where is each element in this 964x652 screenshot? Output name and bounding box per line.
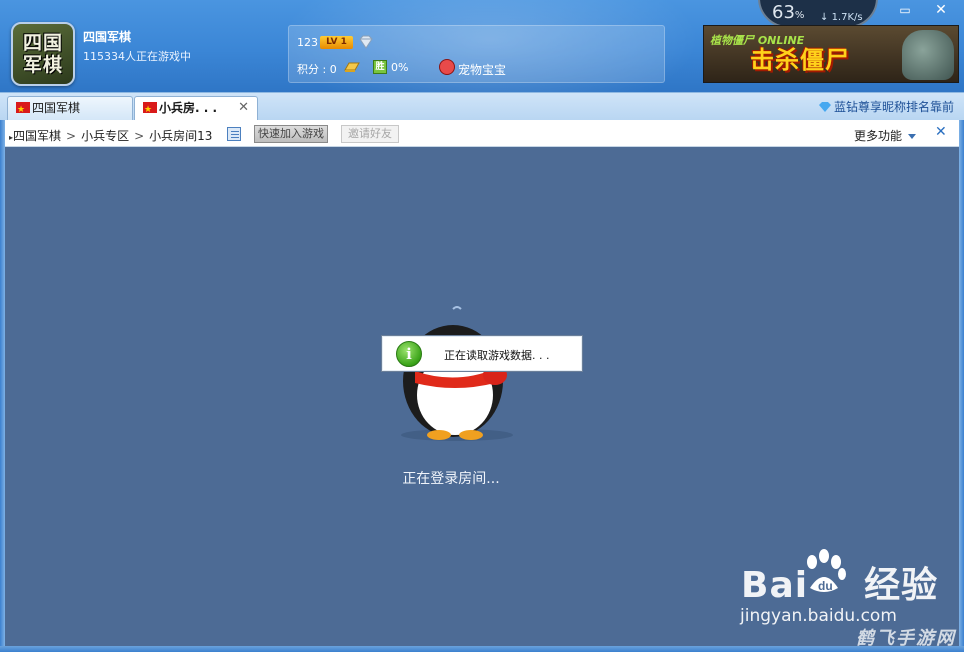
level-badge[interactable]: LV 1 [320, 36, 353, 49]
room-toolbar: ▸四国军棋 > 小兵专区 > 小兵房间13 快速加入游戏 邀请好友 更多功能 ✕ [5, 120, 959, 147]
loading-dialog: i 正在读取游戏数据. . . [381, 335, 583, 372]
baidu-paw-icon: du [807, 549, 846, 593]
app-header: 四国 军棋 四国军棋 115334人正在游戏中 123 LV 1 积分 : 0 … [0, 0, 964, 92]
flag-icon [143, 99, 157, 121]
invite-friends-button[interactable]: 邀请好友 [341, 125, 399, 143]
window-border-left [0, 120, 5, 646]
speed-value: 1.7 [831, 12, 848, 23]
more-features-label: 更多功能 [854, 129, 903, 143]
score-label: 积分 : 0 [297, 63, 337, 76]
baidu-url: jingyan.baidu.com [740, 606, 897, 626]
game-logo: 四国 军棋 [11, 22, 75, 86]
win-rate: 0% [391, 61, 409, 74]
gold-ingot-icon[interactable] [344, 60, 360, 74]
blue-diamond-icon [818, 102, 831, 112]
gauge-number: 63 [772, 2, 795, 23]
site-watermark: 鹤飞手游网 [856, 628, 956, 649]
pet-icon[interactable] [439, 59, 455, 75]
diamond-icon[interactable] [358, 35, 374, 49]
game-title: 四国军棋 [83, 30, 132, 44]
pet-link[interactable]: 宠物宝宝 [458, 61, 506, 78]
baidu-brand-suffix: 经验 [864, 565, 939, 606]
ad-main-text: 击杀僵尸 [750, 45, 850, 74]
ad-banner[interactable]: 植物僵尸 ONLINE 击杀僵尸 [703, 25, 959, 83]
online-count: 115334人正在游戏中 [83, 50, 191, 63]
tab-label: 小兵房. . . [159, 101, 218, 115]
window-border-bottom [0, 646, 964, 652]
user-info-panel: 123 LV 1 积分 : 0 胜 0% 宠物宝宝 [288, 25, 665, 83]
vip-link-text: 蓝钻尊享昵称排名靠前 [833, 100, 954, 114]
loading-text: 正在读取游戏数据. . . [444, 349, 550, 362]
breadcrumb-item-game[interactable]: 四国军棋 [13, 129, 61, 143]
logo-text-line1: 四国 [22, 32, 63, 54]
close-tab-icon[interactable]: ✕ [238, 97, 249, 119]
window-border-right [959, 120, 964, 646]
quick-join-button[interactable]: 快速加入游戏 [254, 125, 328, 143]
chevron-right-icon: > [134, 129, 145, 143]
flag-icon [16, 99, 30, 121]
tab-label: 四国军棋 [32, 101, 81, 115]
copy-icon[interactable] [227, 127, 241, 141]
breadcrumb: ▸四国军棋 > 小兵专区 > 小兵房间13 [9, 127, 212, 144]
toolbar-close-icon[interactable]: ✕ [935, 124, 947, 140]
breadcrumb-item-room[interactable]: 小兵房间13 [149, 129, 212, 143]
zombie-image [902, 30, 954, 80]
tab-bar: 四国军棋 小兵房. . . ✕ 蓝钻尊享昵称排名靠前 [0, 92, 964, 122]
gauge-speed: ↓ 1.7K/s [820, 12, 863, 23]
window-close-button[interactable]: ✕ [925, 2, 957, 19]
tab-room[interactable]: 小兵房. . . ✕ [134, 96, 258, 122]
gauge-value: 63% [772, 2, 804, 23]
win-icon: 胜 [373, 60, 387, 74]
baidu-brand: Bai [741, 565, 809, 606]
vip-link[interactable]: 蓝钻尊享昵称排名靠前 [818, 98, 954, 115]
logo-text-line2: 军棋 [22, 54, 63, 76]
info-icon: i [396, 341, 422, 367]
network-gauge: 63% ↓ 1.7K/s [758, 0, 878, 28]
maximize-button[interactable]: ▭ [893, 2, 917, 19]
room-status-text: 正在登录房间... [402, 471, 500, 487]
tab-sigo-junqi[interactable]: 四国军棋 [7, 96, 133, 121]
chevron-right-icon: > [66, 129, 77, 143]
breadcrumb-item-zone[interactable]: 小兵专区 [81, 129, 129, 143]
caret-down-icon [908, 134, 917, 139]
svg-text:du: du [818, 579, 833, 593]
penguin-mascot [401, 306, 525, 441]
user-id: 123 [297, 36, 318, 49]
speed-unit: K/s [847, 12, 863, 23]
gauge-unit: % [794, 10, 805, 21]
more-features-menu[interactable]: 更多功能 [854, 127, 917, 144]
